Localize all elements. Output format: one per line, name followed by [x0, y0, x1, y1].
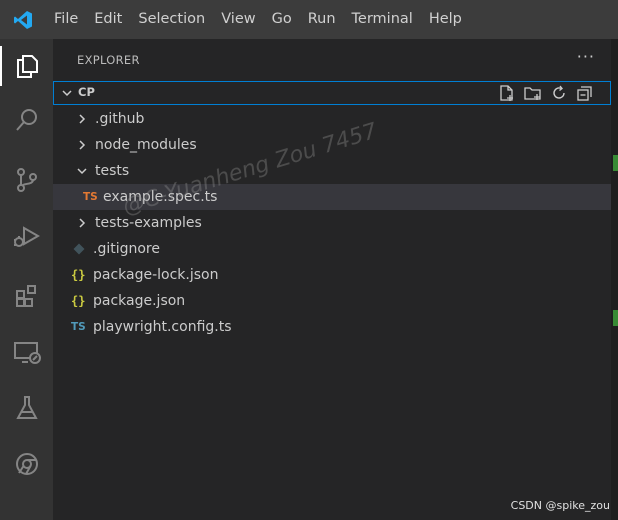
folder-section-header[interactable]: CP [53, 81, 611, 105]
footer-credit: CSDN @spike_zou [510, 499, 610, 512]
tree-item-example-spec[interactable]: TS example.spec.ts [53, 184, 611, 210]
tree-item-node-modules[interactable]: node_modules [53, 132, 611, 158]
tree-item-gitignore[interactable]: .gitignore [53, 236, 611, 262]
menu-view[interactable]: View [213, 0, 263, 39]
typescript-file-icon: TS [71, 321, 86, 333]
tree-item-label: playwright.config.ts [93, 319, 232, 335]
tree-item-label: example.spec.ts [103, 189, 218, 205]
new-folder-icon[interactable] [524, 84, 542, 102]
explorer-icon[interactable] [0, 43, 53, 89]
scroll-marker [613, 155, 618, 171]
tree-item-tests[interactable]: tests [53, 158, 611, 184]
tree-item-package-json[interactable]: {} package.json [53, 288, 611, 314]
chevron-right-icon [75, 216, 89, 230]
menu-go[interactable]: Go [264, 0, 300, 39]
explorer-sidebar: EXPLORER ··· CP .github node_modules tes… [53, 39, 611, 520]
workspace-folder-name: CP [78, 85, 95, 99]
title-bar: File Edit Selection View Go Run Terminal… [0, 0, 618, 39]
menu-file[interactable]: File [46, 0, 86, 39]
tree-item-label: package-lock.json [93, 267, 219, 283]
json-file-icon: {} [71, 268, 86, 282]
menu-selection[interactable]: Selection [130, 0, 213, 39]
tree-item-label: tests [95, 163, 130, 179]
chrome-icon[interactable] [0, 441, 53, 487]
menu-help[interactable]: Help [421, 0, 470, 39]
chevron-right-icon [75, 138, 89, 152]
search-icon[interactable] [0, 97, 53, 143]
tree-item-playwright-config[interactable]: TS playwright.config.ts [53, 314, 611, 340]
tree-item-tests-examples[interactable]: tests-examples [53, 210, 611, 236]
extensions-icon[interactable] [0, 273, 53, 319]
tree-item-github[interactable]: .github [53, 106, 611, 132]
json-file-icon: {} [71, 294, 86, 308]
chevron-down-icon [75, 164, 89, 178]
chevron-down-icon [60, 85, 74, 104]
vscode-logo-icon [0, 0, 46, 39]
tree-item-label: tests-examples [95, 215, 202, 231]
run-debug-icon[interactable] [0, 213, 53, 259]
tree-item-label: .gitignore [93, 241, 160, 257]
menu-run[interactable]: Run [300, 0, 344, 39]
tree-item-label: node_modules [95, 137, 197, 153]
editor-edge [611, 39, 618, 520]
new-file-icon[interactable] [498, 84, 516, 102]
testing-icon[interactable] [0, 385, 53, 431]
explorer-title: EXPLORER [77, 53, 140, 67]
chevron-right-icon [75, 112, 89, 126]
git-file-icon [73, 243, 91, 255]
tree-item-label: package.json [93, 293, 186, 309]
collapse-all-icon[interactable] [576, 84, 594, 102]
refresh-icon[interactable] [550, 84, 568, 102]
remote-explorer-icon[interactable] [0, 329, 53, 375]
scroll-marker [613, 310, 618, 326]
tree-item-package-lock[interactable]: {} package-lock.json [53, 262, 611, 288]
source-control-icon[interactable] [0, 157, 53, 203]
more-actions-button[interactable]: ··· [577, 47, 595, 66]
typescript-file-icon: TS [83, 191, 98, 203]
menu-edit[interactable]: Edit [86, 0, 130, 39]
tree-item-label: .github [95, 111, 145, 127]
menu-terminal[interactable]: Terminal [344, 0, 421, 39]
activity-bar [0, 39, 53, 520]
